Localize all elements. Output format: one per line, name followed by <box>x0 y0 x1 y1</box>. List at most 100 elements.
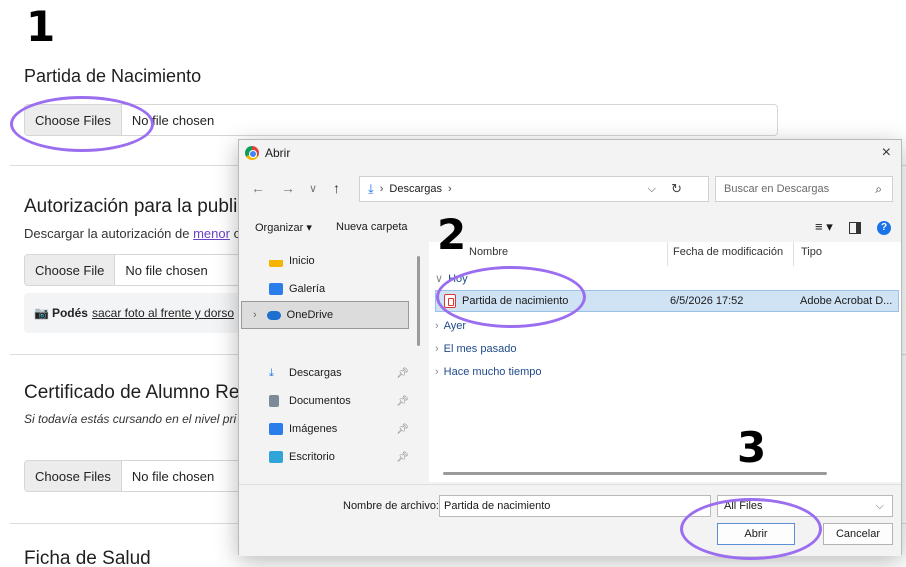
group-label: Hoy <box>448 273 468 285</box>
search-input[interactable]: Buscar en Descargas ⌕ <box>715 176 893 202</box>
sidebar-item-label: Galería <box>289 283 326 295</box>
cancel-button[interactable]: Cancelar <box>823 523 893 545</box>
group-header-last-month[interactable]: › El mes pasado <box>435 343 516 355</box>
address-row: ← → ∨ ↑ ⤓ › Descargas › ⌵ ↻ Buscar en De… <box>239 176 901 204</box>
minor-link[interactable]: menor <box>193 226 230 241</box>
navigation-pane: Inicio Galería › OneDrive ⤓ Descargas 📌︎… <box>239 242 425 482</box>
sidebar-item-onedrive[interactable]: › OneDrive <box>253 304 409 326</box>
organize-menu[interactable]: Organizar ▾ <box>255 221 312 234</box>
sidebar-item-images[interactable]: Imágenes 📌︎ <box>269 418 409 440</box>
group-label: El mes pasado <box>443 343 517 355</box>
section-title-health-form: Ficha de Salud <box>24 548 151 567</box>
step-number-3: 3 <box>737 423 767 472</box>
file-type-select[interactable]: All Files ⌵ <box>717 495 893 517</box>
photo-note-link[interactable]: sacar foto al frente y dorso <box>92 306 234 320</box>
sidebar-item-documents[interactable]: Documentos 📌︎ <box>269 390 409 412</box>
pdf-file-icon <box>444 294 456 308</box>
file-input-birth-certificate[interactable]: Choose Files No file chosen <box>24 104 778 136</box>
photo-note-text: Podés <box>51 306 88 320</box>
column-divider <box>667 242 668 266</box>
section-title-authorization: Autorización para la publi <box>24 196 238 217</box>
section-title-birth-certificate: Partida de Nacimiento <box>24 66 202 86</box>
up-arrow-icon[interactable]: ↑ <box>333 180 340 196</box>
cloud-icon <box>266 310 281 320</box>
breadcrumb-downloads[interactable]: Descargas <box>389 183 442 195</box>
images-icon <box>269 423 283 435</box>
expand-chevron-icon: › <box>253 309 257 321</box>
help-icon[interactable]: ? <box>877 221 891 235</box>
filename-value: Partida de nacimiento <box>444 500 551 512</box>
sidebar-scrollbar[interactable] <box>417 256 420 346</box>
download-icon: ⤓ <box>368 181 374 196</box>
pin-icon: 📌︎ <box>396 451 409 463</box>
sidebar-item-home[interactable]: Inicio <box>269 250 409 272</box>
home-icon <box>269 255 283 267</box>
file-input-student-certificate[interactable]: Choose Files No file chosen <box>24 460 244 492</box>
sidebar-item-label: Documentos <box>289 395 351 407</box>
file-list: Nombre Fecha de modificación Tipo ∨ Hoy P… <box>429 242 901 482</box>
section-title-student-certificate: Certificado de Alumno Re <box>24 382 240 403</box>
sidebar-item-label: Escritorio <box>289 451 335 463</box>
section-desc-student-certificate: Si todavía estás cursando en el nivel pr… <box>24 412 237 426</box>
refresh-icon[interactable]: ↻ <box>671 181 682 197</box>
breadcrumb-separator: › <box>448 183 452 195</box>
dialog-footer: Nombre de archivo: Partida de nacimiento… <box>239 484 901 556</box>
history-chevron-icon[interactable]: ∨ <box>309 182 317 195</box>
dialog-titlebar: Abrir × <box>239 140 901 166</box>
choose-files-button[interactable]: Choose Files <box>25 105 122 135</box>
step-number-1: 1 <box>26 2 56 51</box>
gallery-icon <box>269 283 283 295</box>
view-options-icon[interactable]: ≡ ▾ <box>815 219 833 235</box>
file-status: No file chosen <box>131 112 215 128</box>
search-icon: ⌕ <box>875 181 882 196</box>
file-input-authorization[interactable]: Choose File No file chosen <box>24 254 244 286</box>
sidebar-item-label: Descargas <box>289 367 342 379</box>
sidebar-item-label: Imágenes <box>289 423 338 435</box>
horizontal-scrollbar[interactable] <box>443 472 827 475</box>
open-button[interactable]: Abrir <box>717 523 795 545</box>
file-name: Partida de nacimiento <box>462 295 569 307</box>
group-header-long-ago[interactable]: › Hace mucho tiempo <box>435 366 542 378</box>
file-type-value: All Files <box>724 500 763 512</box>
back-arrow-icon[interactable]: ← <box>251 180 265 196</box>
dialog-toolbar: Organizar ▾ Nueva carpeta ≡ ▾ ? <box>239 218 901 240</box>
sidebar-item-gallery[interactable]: Galería <box>269 278 409 300</box>
file-modified: 6/5/2026 17:52 <box>670 295 744 307</box>
group-label: Hace mucho tiempo <box>443 366 542 378</box>
pin-icon: 📌︎ <box>396 367 409 379</box>
sidebar-item-desktop[interactable]: Escritorio 📌︎ <box>269 446 409 468</box>
column-header-modified[interactable]: Fecha de modificación <box>673 246 783 258</box>
preview-pane-icon[interactable] <box>849 222 861 234</box>
file-type: Adobe Acrobat D... <box>800 295 893 307</box>
column-divider <box>793 242 794 266</box>
open-file-dialog: Abrir × ← → ∨ ↑ ⤓ › Descargas › ⌵ ↻ Busc… <box>238 139 902 556</box>
sidebar-item-label: OneDrive <box>286 309 334 321</box>
camera-icon: 📷 <box>34 306 49 320</box>
chevron-down-icon: ⌵ <box>875 499 884 512</box>
sidebar-item-label: Inicio <box>289 255 315 267</box>
column-header-name[interactable]: Nombre <box>469 246 508 258</box>
breadcrumb-separator: › <box>379 183 384 195</box>
section-desc-authorization: Descargar la autorización de menor o <box>24 226 241 241</box>
search-placeholder: Buscar en Descargas <box>724 183 830 195</box>
sidebar-item-downloads[interactable]: ⤓ Descargas 📌︎ <box>269 362 409 384</box>
file-row-selected[interactable]: Partida de nacimiento 6/5/2026 17:52 Ado… <box>435 290 899 312</box>
file-status: No file chosen <box>125 262 208 278</box>
new-folder-button[interactable]: Nueva carpeta <box>336 221 408 233</box>
address-bar[interactable]: ⤓ › Descargas › ⌵ ↻ <box>359 176 709 202</box>
file-status: No file chosen <box>131 468 215 484</box>
group-header-yesterday[interactable]: › Ayer <box>435 320 466 332</box>
pin-icon: 📌︎ <box>396 395 409 407</box>
documents-icon <box>269 395 279 407</box>
choose-file-button[interactable]: Choose File <box>25 255 116 285</box>
step-number-2: 2 <box>437 210 467 259</box>
close-icon[interactable]: × <box>882 144 891 162</box>
forward-arrow-icon[interactable]: → <box>281 180 295 196</box>
group-header-today[interactable]: ∨ Hoy <box>435 272 468 285</box>
choose-files-button[interactable]: Choose Files <box>25 461 122 491</box>
filename-input[interactable]: Partida de nacimiento <box>439 495 711 517</box>
download-icon: ⤓ <box>269 366 274 379</box>
column-header-type[interactable]: Tipo <box>801 246 822 258</box>
pin-icon: 📌︎ <box>396 423 409 435</box>
chevron-down-icon[interactable]: ⌵ <box>648 183 656 196</box>
